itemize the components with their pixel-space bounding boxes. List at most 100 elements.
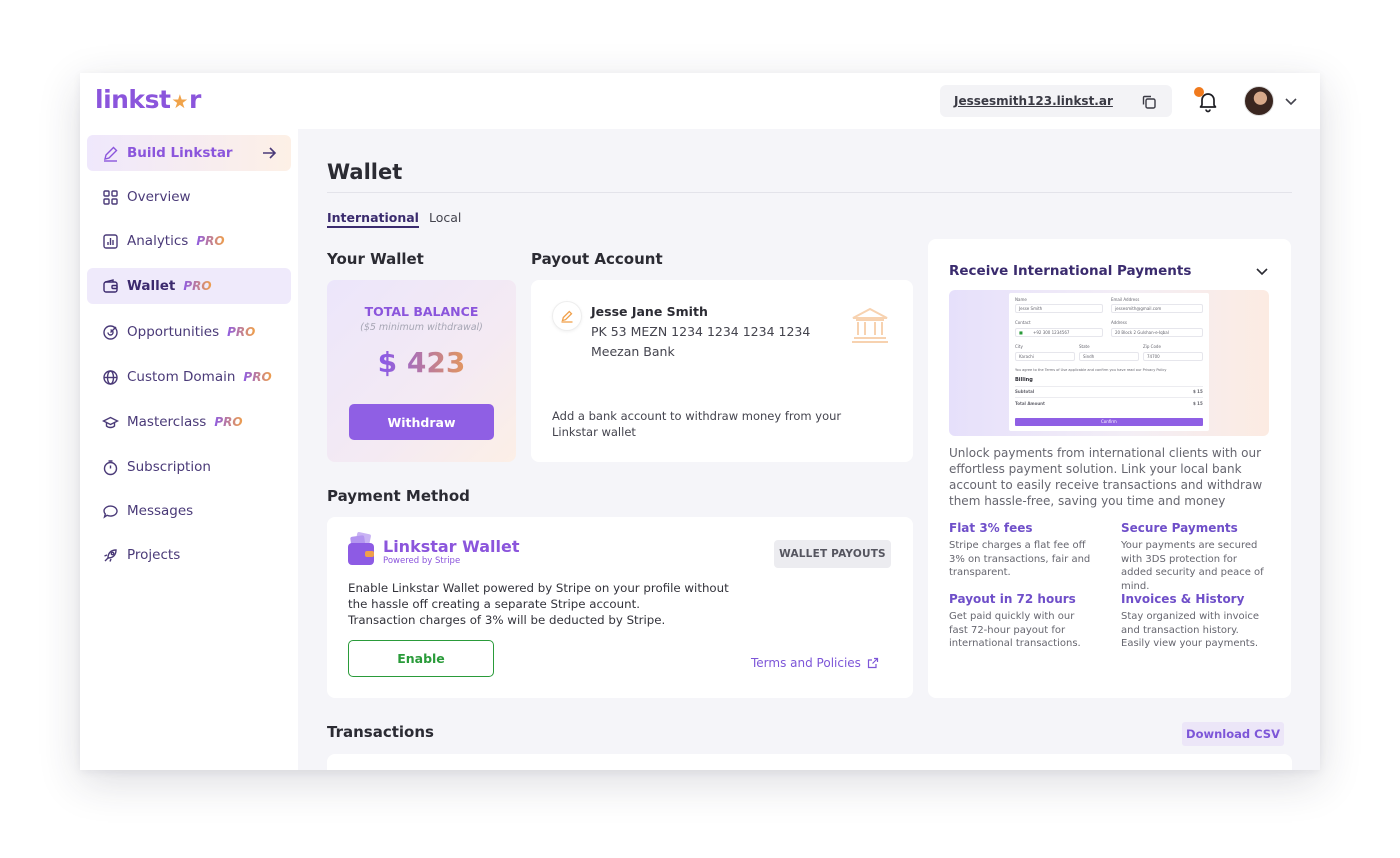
preview-label: Total Amount [1015, 401, 1045, 406]
sidebar-item-subscription[interactable]: Subscription [87, 449, 291, 485]
account-iban: PK 53 MEZN 1234 1234 1234 1234 [591, 324, 811, 339]
minimum-withdrawal-note: ($5 minimum withdrawal) [360, 322, 483, 333]
tab-international[interactable]: International [327, 210, 419, 228]
balance-amount: $ 423 [327, 346, 516, 379]
preview-label: Zip Code [1143, 344, 1161, 349]
description-line: the hassle off creating a separate Strip… [348, 597, 640, 611]
edit-payout-button[interactable] [552, 301, 582, 331]
payout-account-card: Jesse Jane Smith PK 53 MEZN 1234 1234 12… [531, 280, 913, 462]
withdraw-button[interactable]: Withdraw [349, 404, 494, 440]
preview-button-label: Confirm [1101, 419, 1117, 424]
sidebar-item-masterclass[interactable]: Masterclass PRO [87, 404, 291, 440]
wallet-icon [102, 278, 119, 295]
sidebar: Build Linkstar Overview Analytics PRO Wa… [80, 129, 298, 770]
sidebar-item-label: Overview [127, 189, 191, 205]
preview-label: Contact [1015, 320, 1031, 325]
wallet-payouts-badge: WALLET PAYOUTS [774, 540, 891, 568]
external-link-icon [867, 657, 879, 669]
logo-text-end: r [188, 85, 201, 114]
payment-method-heading: Payment Method [327, 487, 470, 505]
powered-by-stripe: Powered by Stripe [383, 556, 461, 566]
feature-text: Stay organized with invoice and transact… [1121, 611, 1260, 649]
terms-and-policies-link[interactable]: Terms and Policies [751, 656, 879, 670]
page-title: Wallet [327, 160, 403, 184]
payment-method-card: Linkstar Wallet Powered by Stripe WALLET… [327, 517, 913, 698]
title-divider [327, 192, 1292, 193]
preview-value: $ 15 [1193, 389, 1203, 394]
preview-divider [1015, 386, 1203, 387]
preview-billing-label: Billing [1015, 377, 1033, 383]
sidebar-item-analytics[interactable]: Analytics PRO [87, 223, 291, 259]
build-linkstar-button[interactable]: Build Linkstar [87, 135, 291, 171]
pencil-icon [102, 145, 119, 162]
sidebar-item-label: Custom Domain [127, 369, 236, 385]
linkstar-wallet-icon [348, 532, 374, 565]
feature-title: Secure Payments [1121, 521, 1238, 535]
account-holder-name: Jesse Jane Smith [591, 304, 708, 319]
preview-value: Jesse Smith [1019, 306, 1043, 311]
payment-method-description: Enable Linkstar Wallet powered by Stripe… [348, 580, 768, 628]
preview-value: +92 300 1234567 [1033, 330, 1070, 335]
preview-value: $ 15 [1193, 401, 1203, 406]
total-balance-label: TOTAL BALANCE [364, 304, 479, 319]
profile-url-box: Jessesmith123.linkst.ar [940, 85, 1172, 117]
logo-text: linkst [95, 85, 171, 114]
linkstar-logo[interactable]: linkst ★ r [95, 85, 201, 114]
pro-badge: PRO [183, 279, 212, 293]
sidebar-item-projects[interactable]: Projects [87, 537, 291, 573]
balance-card: TOTAL BALANCE ($5 minimum withdrawal) $ … [327, 280, 516, 462]
feature-title: Payout in 72 hours [949, 592, 1076, 606]
avatar[interactable] [1244, 86, 1274, 116]
top-bar: linkst ★ r Jessesmith123.linkst.ar [80, 73, 1320, 129]
enable-button[interactable]: Enable [348, 640, 494, 677]
globe-icon [102, 369, 119, 386]
rocket-icon [102, 547, 119, 564]
chevron-down-icon[interactable] [1254, 263, 1270, 279]
grid-icon [102, 189, 119, 206]
description-line: Enable Linkstar Wallet powered by Stripe… [348, 581, 729, 595]
preview-label: Email Address [1111, 297, 1140, 302]
arrow-right-icon [263, 147, 277, 159]
logo-star-icon: ★ [171, 91, 188, 113]
preview-label: Name [1015, 297, 1027, 302]
payout-account-heading: Payout Account [531, 250, 663, 268]
pro-badge: PRO [196, 234, 225, 248]
transactions-heading: Transactions [327, 723, 434, 741]
sidebar-item-opportunities[interactable]: Opportunities PRO [87, 314, 291, 350]
profile-url-link[interactable]: Jessesmith123.linkst.ar [954, 94, 1113, 108]
copy-icon[interactable] [1140, 93, 1158, 111]
feature-text: Get paid quickly with our fast 72-hour p… [949, 611, 1081, 649]
sidebar-item-label: Analytics [127, 233, 189, 249]
chevron-down-icon[interactable] [1283, 93, 1299, 109]
description-line: Transaction charges of 3% will be deduct… [348, 613, 666, 627]
sidebar-item-custom-domain[interactable]: Custom Domain PRO [87, 359, 291, 395]
message-icon [102, 503, 119, 520]
preview-divider [1015, 397, 1203, 398]
sidebar-item-label: Messages [127, 503, 194, 519]
linkstar-wallet-title: Linkstar Wallet [383, 537, 520, 556]
international-description: Unlock payments from international clien… [949, 446, 1263, 508]
sidebar-item-wallet[interactable]: Wallet PRO [87, 268, 291, 304]
preview-label: Subtotal [1015, 389, 1035, 394]
graduation-icon [102, 414, 119, 431]
international-payments-card: Receive International Payments Name Emai… [928, 239, 1291, 698]
app-window: linkst ★ r Jessesmith123.linkst.ar Build L… [80, 73, 1320, 770]
download-csv-button[interactable]: Download CSV [1182, 722, 1284, 746]
sidebar-item-messages[interactable]: Messages [87, 493, 291, 529]
terms-label: Terms and Policies [751, 656, 861, 670]
sidebar-item-overview[interactable]: Overview [87, 179, 291, 215]
pro-badge: PRO [227, 325, 256, 339]
tab-local[interactable]: Local [429, 210, 461, 225]
preview-agree-text: You agree to the Terms of Use applicable… [1015, 368, 1167, 372]
transactions-table [327, 754, 1292, 770]
pro-badge: PRO [243, 370, 272, 384]
preview-value: 74700 [1147, 354, 1160, 359]
preview-value: jessesmith@gmail.com [1115, 306, 1162, 311]
sidebar-item-label: Masterclass [127, 414, 207, 430]
sidebar-item-label: Wallet [127, 278, 176, 294]
your-wallet-heading: Your Wallet [327, 250, 424, 268]
opportunity-icon [102, 324, 119, 341]
bank-icon [852, 307, 888, 343]
feature-title: Invoices & History [1121, 592, 1245, 606]
international-payments-title: Receive International Payments [949, 263, 1192, 279]
